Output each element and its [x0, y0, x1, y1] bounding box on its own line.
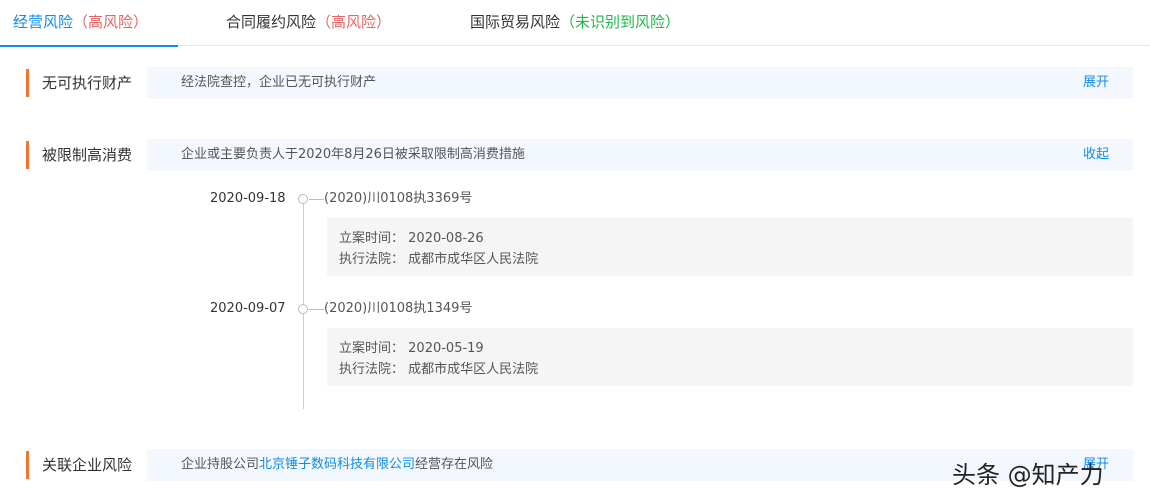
summary-suffix: 经营存在风险 — [415, 457, 494, 472]
record-date: 2020-09-18 — [210, 191, 286, 206]
court-label: 执行法院： — [339, 252, 405, 267]
filing-label: 立案时间： — [339, 341, 405, 356]
collapse-link[interactable]: 收起 — [1083, 139, 1109, 171]
tab-trade-risk[interactable]: 国际贸易风险（未识别到风险） — [470, 0, 680, 46]
summary-text: 经法院查控，企业已无可执行财产 — [181, 75, 377, 90]
timeline-dot — [298, 304, 308, 314]
court-row: 执行法院： 成都市成华区人民法院 — [339, 359, 1133, 380]
filing-label: 立案时间： — [339, 231, 405, 246]
court-row: 执行法院： 成都市成华区人民法院 — [339, 249, 1133, 270]
tab-label: 国际贸易风险 — [470, 13, 561, 31]
timeline-connector — [309, 199, 324, 200]
summary-bar-consumption-limit: 企业或主要负责人于2020年8月26日被采取限制高消费措施 收起 — [147, 139, 1133, 171]
filing-date: 2020-05-19 — [408, 341, 484, 356]
timeline-dot — [298, 194, 308, 204]
summary-bar-no-assets: 经法院查控，企业已无可执行财产 展开 — [147, 67, 1133, 99]
summary-text: 企业持股公司北京锤子数码科技有限公司经营存在风险 — [181, 449, 493, 481]
tab-label: 经营风险 — [13, 13, 74, 31]
tab-status: （未识别到风险） — [560, 13, 681, 31]
filing-row: 立案时间： 2020-08-26 — [339, 228, 1133, 249]
company-link[interactable]: 北京锤子数码科技有限公司 — [259, 457, 415, 472]
record-detail: 立案时间： 2020-05-19 执行法院： 成都市成华区人民法院 — [327, 328, 1133, 386]
record-detail: 立案时间： 2020-08-26 执行法院： 成都市成华区人民法院 — [327, 218, 1133, 276]
filing-row: 立案时间： 2020-05-19 — [339, 338, 1133, 359]
court-label: 执行法院： — [339, 362, 405, 377]
watermark: 头条 @知产力 — [952, 461, 1104, 489]
tab-status: （高风险） — [316, 13, 392, 31]
tab-contract-risk[interactable]: 合同履约风险（高风险） — [226, 0, 391, 46]
summary-prefix: 企业持股公司 — [181, 457, 260, 472]
record-date: 2020-09-07 — [210, 301, 286, 316]
expand-link[interactable]: 展开 — [1083, 67, 1109, 99]
court-name: 成都市成华区人民法院 — [408, 362, 539, 377]
court-name: 成都市成华区人民法院 — [408, 252, 539, 267]
case-number: (2020)川0108执1349号 — [324, 301, 473, 316]
section-title-no-assets: 无可执行财产 — [26, 69, 132, 97]
filing-date: 2020-08-26 — [408, 231, 484, 246]
tab-status: （高风险） — [73, 13, 149, 31]
summary-text: 企业或主要负责人于2020年8月26日被采取限制高消费措施 — [181, 147, 525, 162]
tab-operating-risk[interactable]: 经营风险（高风险） — [0, 0, 178, 47]
tab-label: 合同履约风险 — [226, 13, 317, 31]
case-number: (2020)川0108执3369号 — [324, 191, 473, 206]
section-title-related-risk: 关联企业风险 — [26, 451, 132, 479]
timeline-connector — [309, 309, 324, 310]
risk-tabs: 经营风险（高风险） 合同履约风险（高风险） 国际贸易风险（未识别到风险） — [0, 0, 1150, 47]
section-title-consumption-limit: 被限制高消费 — [26, 141, 132, 169]
